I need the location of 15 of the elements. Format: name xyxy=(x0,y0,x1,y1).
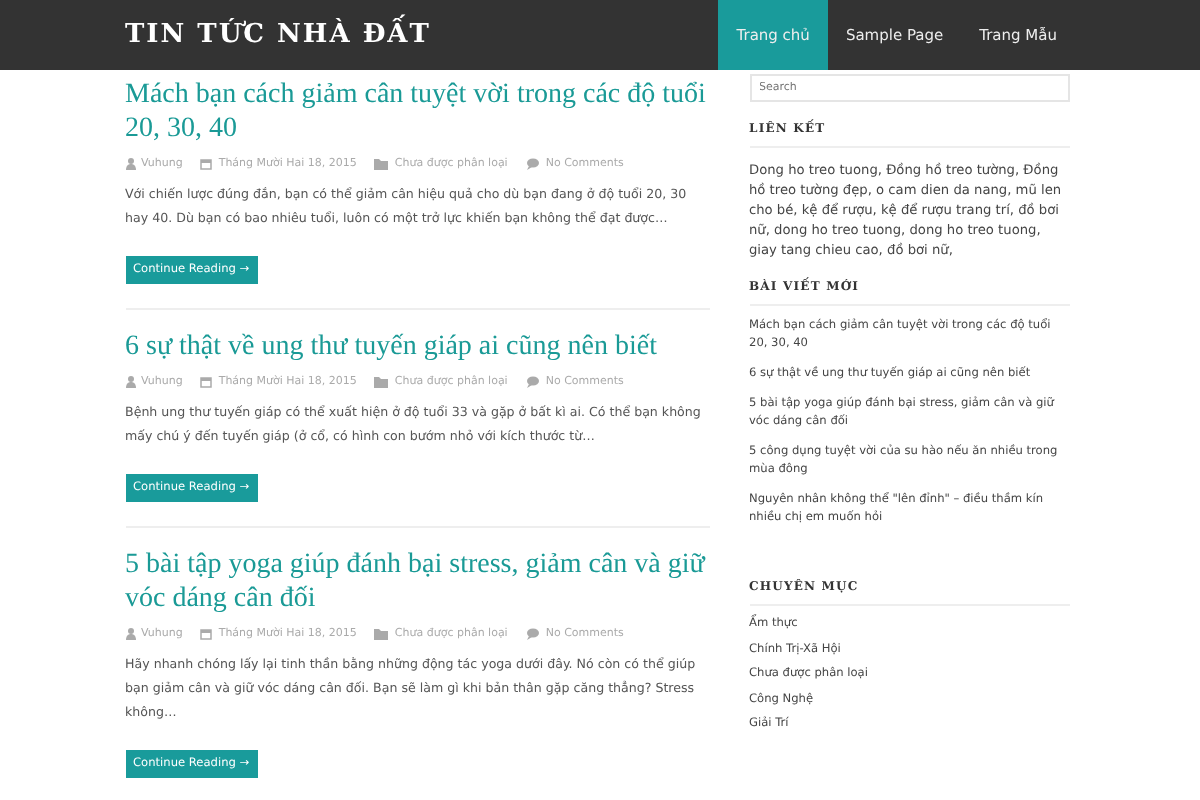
calendar-icon xyxy=(200,158,213,170)
comment-icon xyxy=(525,376,540,388)
user-icon xyxy=(125,158,135,170)
comment-icon xyxy=(525,158,540,170)
calendar-icon xyxy=(200,376,213,388)
folder-icon xyxy=(374,158,389,170)
calendar-icon xyxy=(200,628,213,640)
comment-icon xyxy=(525,628,540,640)
post-title[interactable]: 6 sự thật về ung thư tuyến giáp ai cũng nên biết xyxy=(125,330,709,364)
user-icon xyxy=(125,376,135,388)
folder-icon xyxy=(374,628,389,640)
post-title[interactable]: Mách bạn cách giảm cân tuyệt vời trong các độ tuổi 20, 30, 40 xyxy=(125,78,709,146)
folder-icon xyxy=(374,376,389,388)
post-title[interactable]: 5 bài tập yoga giúp đánh bại stress, giảm cân và giữ vóc dáng cân đối xyxy=(125,548,709,616)
user-icon xyxy=(125,628,135,640)
